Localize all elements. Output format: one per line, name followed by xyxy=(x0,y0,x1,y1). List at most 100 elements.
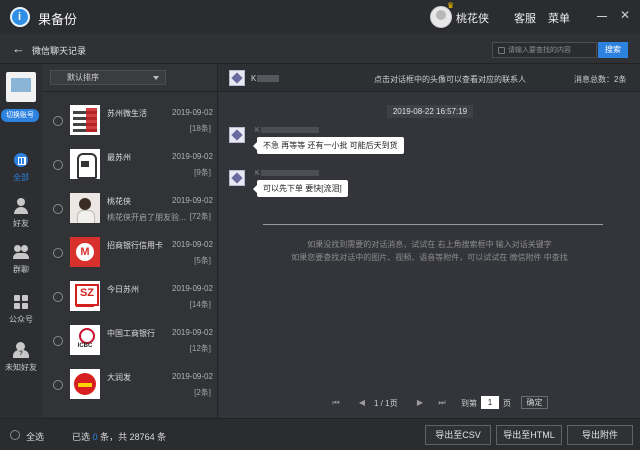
contact-avatar[interactable] xyxy=(70,193,100,223)
select-radio[interactable] xyxy=(53,116,63,126)
selected-count: 0 xyxy=(92,432,98,442)
select-radio[interactable] xyxy=(53,204,63,214)
export-csv-button[interactable]: 导出至CSV xyxy=(425,425,491,445)
search-box xyxy=(492,42,597,58)
nav-label: 好友 xyxy=(13,219,29,228)
nav-item-unknown-friends[interactable]: 未知好友 xyxy=(0,342,42,380)
pagination: ⏮ ◀ 1 / 1页 ▶ ⏭ 到第 1 页 确定 xyxy=(219,396,640,410)
list-item[interactable]: 中国工商银行 2019-09-02 [12条] xyxy=(42,319,217,363)
nav-label: 全部 xyxy=(13,173,29,182)
redacted-name xyxy=(260,170,319,177)
switch-account-button[interactable]: 切换账号 xyxy=(1,109,39,122)
back-arrow-icon[interactable]: ← xyxy=(12,42,26,56)
list-item[interactable]: 招商银行信用卡 2019-09-02 [5条] xyxy=(42,231,217,275)
select-all-radio[interactable] xyxy=(10,430,20,440)
nav-item-friends[interactable]: 好友 xyxy=(0,198,42,236)
contact-date: 2019-09-02 xyxy=(172,152,213,161)
message-preview: 桃花侠开启了朋友验... xyxy=(107,213,186,222)
contact-date: 2019-09-02 xyxy=(172,372,213,381)
contact-date: 2019-09-02 xyxy=(172,328,213,337)
search-scope-checkbox[interactable] xyxy=(498,47,505,54)
chevron-down-icon xyxy=(153,76,159,80)
select-all-label[interactable]: 全选 xyxy=(26,430,44,443)
prev-page-icon[interactable]: ◀ xyxy=(357,398,367,408)
message-count: [2条] xyxy=(194,388,211,397)
nav-label: 群聊 xyxy=(13,265,29,274)
sender-avatar[interactable] xyxy=(229,127,245,143)
contact-date: 2019-09-02 xyxy=(172,196,213,205)
chat-header: K 点击对话框中的头像可以查看对应的联系人 消息总数：2条 xyxy=(219,64,640,92)
message-total: 消息总数：2条 xyxy=(574,75,627,84)
nav-item-groups[interactable]: 群聊 xyxy=(0,244,42,282)
account-avatar[interactable] xyxy=(6,72,36,102)
sort-label: 默认排序 xyxy=(67,73,99,82)
chat-contact-avatar[interactable] xyxy=(229,70,245,86)
message-count: [18条] xyxy=(189,124,211,133)
close-icon[interactable]: ✕ xyxy=(620,8,632,22)
contact-name: 桃花侠 xyxy=(107,197,131,206)
sender-avatar[interactable] xyxy=(229,170,245,186)
export-attachments-button[interactable]: 导出附件 xyxy=(567,425,633,445)
page-unit-label: 页 xyxy=(503,399,511,408)
message-count: [72条] xyxy=(189,212,211,221)
contact-avatar[interactable] xyxy=(70,237,100,267)
person-icon xyxy=(13,198,29,214)
search-input[interactable] xyxy=(508,44,596,56)
page-number-input[interactable]: 1 xyxy=(481,396,499,409)
customer-service-link[interactable]: 客服 xyxy=(514,10,536,26)
message-count: [14条] xyxy=(189,300,211,309)
chat-hint: 点击对话框中的头像可以查看对应的联系人 xyxy=(374,75,526,84)
selected-suffix: 条，共 28764 条 xyxy=(100,432,167,442)
message-count: [5条] xyxy=(194,256,211,265)
contact-name: 苏州微生活 xyxy=(107,109,147,118)
list-item[interactable]: 大润发 2019-09-02 [2条] xyxy=(42,363,217,407)
divider xyxy=(263,224,603,225)
minimize-icon[interactable] xyxy=(596,9,608,23)
select-radio[interactable] xyxy=(53,292,63,302)
message-bubble: 可以先下单 要快[流泪] xyxy=(253,180,348,197)
nav-item-official-accounts[interactable]: 公众号 xyxy=(0,294,42,332)
message-count: [12条] xyxy=(189,344,211,353)
redacted-name xyxy=(260,127,319,134)
search-tip: 如果没找到需要的对话消息，试试在 右上角搜索框中 输入对话关键字 xyxy=(307,240,552,249)
nav-label: 公众号 xyxy=(9,315,33,324)
menu-button[interactable]: 菜单 xyxy=(548,10,570,26)
select-radio[interactable] xyxy=(53,380,63,390)
sort-dropdown[interactable]: 默认排序 xyxy=(50,70,166,85)
contact-avatar[interactable] xyxy=(70,105,100,135)
sender-name-text: K xyxy=(255,170,260,177)
next-page-icon[interactable]: ▶ xyxy=(415,398,425,408)
user-name[interactable]: 桃花侠 xyxy=(456,10,489,26)
export-html-button[interactable]: 导出至HTML xyxy=(496,425,562,445)
contact-name: 中国工商银行 xyxy=(107,329,155,338)
search-button[interactable]: 搜索 xyxy=(598,42,628,58)
contact-name: 大润发 xyxy=(107,373,131,382)
chat-contact-name: K xyxy=(251,74,280,83)
first-page-icon[interactable]: ⏮ xyxy=(331,398,341,408)
contact-name: 招商银行信用卡 xyxy=(107,241,163,250)
select-radio[interactable] xyxy=(53,160,63,170)
select-radio[interactable] xyxy=(53,248,63,258)
contact-avatar[interactable] xyxy=(70,149,100,179)
attachment-tip: 如果您要查找对话中的图片、视频、语音等附件，可以试试在 微信附件 中查找 xyxy=(291,253,568,262)
sender-name: K xyxy=(255,127,319,134)
list-item[interactable]: 桃花侠 桃花侠开启了朋友验... 2019-09-02 [72条] xyxy=(42,187,217,231)
goto-label: 到第 xyxy=(461,399,477,408)
contact-avatar[interactable] xyxy=(70,281,100,311)
contact-avatar[interactable] xyxy=(70,369,100,399)
goto-confirm-button[interactable]: 确定 xyxy=(521,396,548,409)
page-info: 1 / 1页 xyxy=(374,399,398,408)
group-icon xyxy=(13,244,29,260)
list-item[interactable]: 苏州微生活 2019-09-02 [18条] xyxy=(42,99,217,143)
sender-name-text: K xyxy=(255,127,260,134)
select-radio[interactable] xyxy=(53,336,63,346)
nav-label: 未知好友 xyxy=(5,363,37,372)
app-logo-icon: i xyxy=(10,7,30,27)
contact-avatar[interactable] xyxy=(70,325,100,355)
list-item[interactable]: 最苏州 2019-09-02 [9条] xyxy=(42,143,217,187)
list-item[interactable]: 今日苏州 2019-09-02 [14条] xyxy=(42,275,217,319)
app-window: i 果备份 ♛ 桃花侠 客服 菜单 ✕ ← 微信聊天记录 搜索 切换账号 全部 … xyxy=(0,0,640,450)
left-nav: 切换账号 全部 好友 群聊 公众号 未知好友 xyxy=(0,64,42,418)
last-page-icon[interactable]: ⏭ xyxy=(437,398,447,408)
nav-item-all[interactable]: 全部 xyxy=(0,152,42,190)
